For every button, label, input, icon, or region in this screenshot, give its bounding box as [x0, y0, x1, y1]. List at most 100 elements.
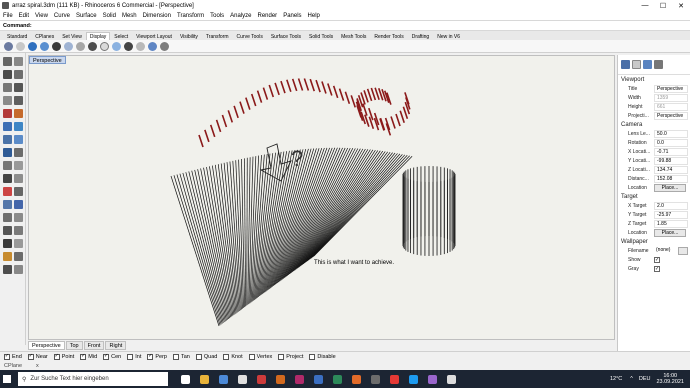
mirror-icon[interactable] — [3, 226, 12, 235]
menu-dimension[interactable]: Dimension — [143, 13, 171, 19]
box-icon[interactable] — [3, 148, 12, 157]
rhino-taskbar-icon[interactable] — [238, 374, 247, 384]
teams-icon[interactable] — [428, 374, 437, 384]
photoshop-icon[interactable] — [314, 374, 323, 384]
tab-curve-tools[interactable]: Curve Tools — [233, 32, 267, 40]
curve-icon[interactable] — [14, 70, 23, 79]
extrude-icon[interactable] — [14, 122, 23, 131]
scale-icon[interactable] — [14, 213, 23, 222]
osnap-mid[interactable]: ✓ Mid — [80, 353, 97, 360]
osnap-quad-checkbox[interactable] — [195, 353, 202, 360]
taskbar-search[interactable]: ⚲ Zur Suche Text hier eingeben — [18, 372, 168, 386]
perspective-viewport[interactable]: ? Perspective This is what I want to ach… — [28, 55, 615, 340]
keyboard-language[interactable]: DEU — [639, 376, 651, 382]
file-explorer-icon[interactable] — [200, 374, 209, 384]
illustrator-icon[interactable] — [276, 374, 285, 384]
maximize-button[interactable]: ☐ — [654, 0, 672, 11]
tab-transform[interactable]: Transform — [202, 32, 233, 40]
target-place-button[interactable]: Place... — [654, 228, 686, 237]
menu-surface[interactable]: Surface — [76, 13, 97, 19]
zoom-extents-icon[interactable] — [148, 41, 157, 51]
prop-xtarget-field[interactable]: 2.0 — [654, 201, 688, 210]
indesign-icon[interactable] — [295, 374, 304, 384]
prop-projection-dropdown[interactable]: Perspective — [654, 111, 688, 120]
prop-lens-field[interactable]: 50.0 — [654, 129, 688, 138]
point-icon[interactable] — [14, 57, 23, 66]
osnap-cen-checkbox[interactable]: ✓ — [103, 353, 110, 360]
trim-icon[interactable] — [14, 174, 23, 183]
display-options-icon[interactable] — [136, 41, 145, 51]
tab-top[interactable]: Top — [65, 341, 83, 350]
show-checkbox[interactable]: ✓ — [654, 256, 660, 263]
technical-icon[interactable] — [64, 41, 73, 51]
acrobat-icon[interactable] — [257, 374, 266, 384]
osnap-project[interactable]: Project — [278, 353, 303, 360]
weather-temp[interactable]: 12°C — [610, 376, 622, 382]
curvature-icon[interactable] — [14, 252, 23, 261]
boolean-icon[interactable] — [14, 161, 23, 170]
menu-edit[interactable]: Edit — [19, 13, 29, 19]
close-button[interactable]: ✕ — [672, 0, 690, 11]
osnap-int[interactable]: Int — [127, 353, 141, 360]
polygon-icon[interactable] — [14, 96, 23, 105]
osnap-end[interactable]: ✓ End — [4, 353, 22, 360]
prop-title-field[interactable]: Perspective — [654, 84, 688, 93]
prop-distance-field[interactable]: 152.08 — [654, 174, 688, 183]
command-input[interactable] — [33, 21, 690, 30]
prop-ytarget-field[interactable]: -25.97 — [654, 210, 688, 219]
rotate-icon[interactable] — [3, 213, 12, 222]
osnap-disable-checkbox[interactable] — [309, 353, 316, 360]
prop-zloc-field[interactable]: 134.74 — [654, 165, 688, 174]
tab-viewport-layout[interactable]: Viewport Layout — [132, 32, 176, 40]
dimension-icon[interactable] — [3, 239, 12, 248]
osnap-near-checkbox[interactable]: ✓ — [27, 353, 34, 360]
osnap-near[interactable]: ✓ Near — [27, 353, 48, 360]
osnap-point-checkbox[interactable]: ✓ — [53, 353, 60, 360]
prop-ztarget-field[interactable]: 1.85 — [654, 219, 688, 228]
osnap-quad[interactable]: Quad — [195, 353, 217, 360]
arctic-icon[interactable] — [100, 41, 109, 51]
tab-standard[interactable]: Standard — [3, 32, 31, 40]
osnap-vertex[interactable]: Vertex — [248, 353, 272, 360]
rectangle-icon[interactable] — [3, 96, 12, 105]
pen-icon[interactable] — [88, 41, 97, 51]
osnap-perp[interactable]: ✓ Perp — [147, 353, 167, 360]
tab-render-tools[interactable]: Render Tools — [370, 32, 407, 40]
osnap-vertex-checkbox[interactable] — [248, 353, 255, 360]
camera-place-button[interactable]: Place... — [654, 183, 686, 192]
offset-icon[interactable] — [14, 109, 23, 118]
prop-xloc-field[interactable]: -0.71 — [654, 147, 688, 156]
select-arrow-icon[interactable] — [3, 57, 12, 66]
tab-select[interactable]: Select — [110, 32, 132, 40]
rendered-icon[interactable] — [28, 41, 37, 51]
ghosted-icon[interactable] — [40, 41, 49, 51]
menu-file[interactable]: File — [3, 13, 13, 19]
osnap-knot[interactable]: Knot — [223, 353, 243, 360]
osnap-mid-checkbox[interactable]: ✓ — [80, 353, 87, 360]
explode-icon[interactable] — [14, 187, 23, 196]
monochrome-icon[interactable] — [124, 41, 133, 51]
prop-rotation-field[interactable]: 0.0 — [654, 138, 688, 147]
menu-curve[interactable]: Curve — [54, 13, 70, 19]
circle-icon[interactable] — [3, 83, 12, 92]
move-icon[interactable] — [3, 200, 12, 209]
task-view-icon[interactable] — [181, 374, 190, 384]
menu-transform[interactable]: Transform — [177, 13, 204, 19]
osnap-knot-checkbox[interactable] — [223, 353, 230, 360]
help-icon[interactable] — [654, 60, 663, 69]
menu-solid[interactable]: Solid — [103, 13, 116, 19]
start-button[interactable] — [0, 370, 14, 388]
tab-display[interactable]: Display — [85, 32, 111, 40]
split-icon[interactable] — [3, 174, 12, 183]
loft-icon[interactable] — [3, 135, 12, 144]
tab-new-in-v6[interactable]: New in V6 — [433, 32, 464, 40]
minimize-button[interactable]: — — [636, 0, 654, 11]
menu-render[interactable]: Render — [258, 13, 278, 19]
menu-analyze[interactable]: Analyze — [230, 13, 251, 19]
menu-help[interactable]: Help — [308, 13, 320, 19]
tab-front[interactable]: Front — [83, 341, 105, 350]
tab-visibility[interactable]: Visibility — [176, 32, 202, 40]
settings-taskbar-icon[interactable] — [447, 374, 456, 384]
fillet-icon[interactable] — [3, 109, 12, 118]
osnap-int-checkbox[interactable] — [127, 353, 134, 360]
